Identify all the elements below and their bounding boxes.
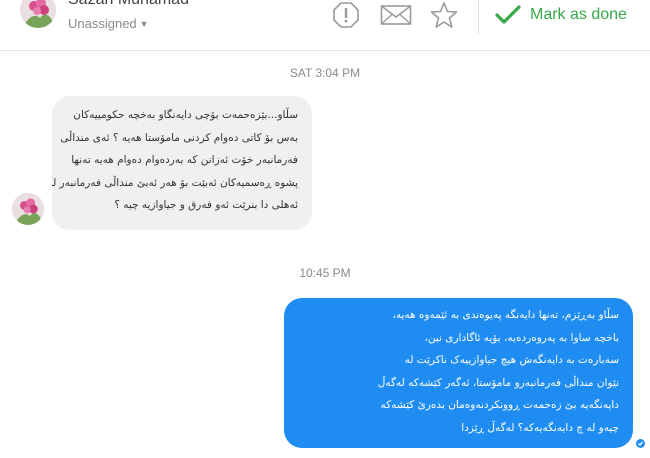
message-line: پشوە ڕەسمیەکان ئەبێت بۆ هەر ئەبێ منداڵی …: [52, 176, 298, 189]
exclamation-octagon-icon: [333, 2, 359, 28]
message-line: سڵاو...بێزەحمەت بۆچی دایەنگاو بەخچە حکوم…: [73, 109, 298, 121]
mark-as-done-label: Mark as done: [530, 6, 627, 23]
report-button[interactable]: [329, 0, 363, 30]
message-line: باخچە ساوا بە پەروەردەیە، بۆیە ئاگاداری …: [424, 331, 619, 344]
message-line: ئەهلی دا بنرێت ئەو فەرق و جیاوازیە چیە ؟: [114, 199, 298, 211]
conversation-header: Sazan Muhamad Unassigned▼ Mark as done: [0, 0, 650, 51]
assignee-dropdown[interactable]: Unassigned ▼: [68, 16, 149, 31]
mark-as-done-button[interactable]: Mark as done: [495, 0, 627, 30]
header-divider: [478, 0, 479, 34]
sender-avatar[interactable]: [12, 193, 44, 225]
message-line: دایەنگەیە بێ زەحمەت ڕوونکردنەوەمان بدەرێ…: [380, 399, 619, 411]
incoming-message-bubble[interactable]: سڵاو...بێزەحمەت بۆچی دایەنگاو بەخچە حکوم…: [52, 96, 312, 230]
caret-down-icon: ▼: [139, 19, 149, 29]
message-timestamp: 10:45 PM: [299, 266, 351, 280]
seen-check-icon: [636, 439, 645, 448]
envelope-icon: [380, 5, 412, 25]
email-button[interactable]: [379, 0, 413, 30]
message-line: نێوان منداڵی فەرمانبەرو مامۆستا، ئەگەر ک…: [377, 376, 619, 389]
assignee-label: Unassigned: [68, 16, 137, 31]
flower-avatar-image: [12, 193, 44, 225]
flower-avatar-image: [20, 0, 56, 28]
contact-avatar[interactable]: [20, 0, 56, 28]
star-button[interactable]: [427, 0, 461, 30]
message-line: چیەو لە چ دایەنگەیەکە؟ لەگەڵ ڕێزدا: [461, 421, 619, 434]
message-line: سەبارەت بە دایەنگەش هیچ جیاوازییەک ناکرێ…: [404, 354, 619, 366]
message-timestamp: SAT 3:04 PM: [289, 66, 361, 80]
contact-name[interactable]: Sazan Muhamad: [68, 0, 189, 9]
outgoing-message-bubble[interactable]: سڵاو بەڕێزم، تەنها دایەنگە پەیوەندی بە ئ…: [284, 298, 633, 448]
star-icon: [430, 2, 458, 28]
message-line: فەرمانبەر خۆت ئەزانن کە بەردەوام دەوام ه…: [71, 154, 298, 166]
message-line: بەس بۆ کاتی دەوام کردنی مامۆستا هەیە ؟ ئ…: [60, 131, 298, 144]
message-line: سڵاو بەڕێزم، تەنها دایەنگە پەیوەندی بە ئ…: [392, 309, 619, 321]
checkmark-icon: [495, 5, 521, 24]
seen-check-mark: [637, 441, 644, 446]
